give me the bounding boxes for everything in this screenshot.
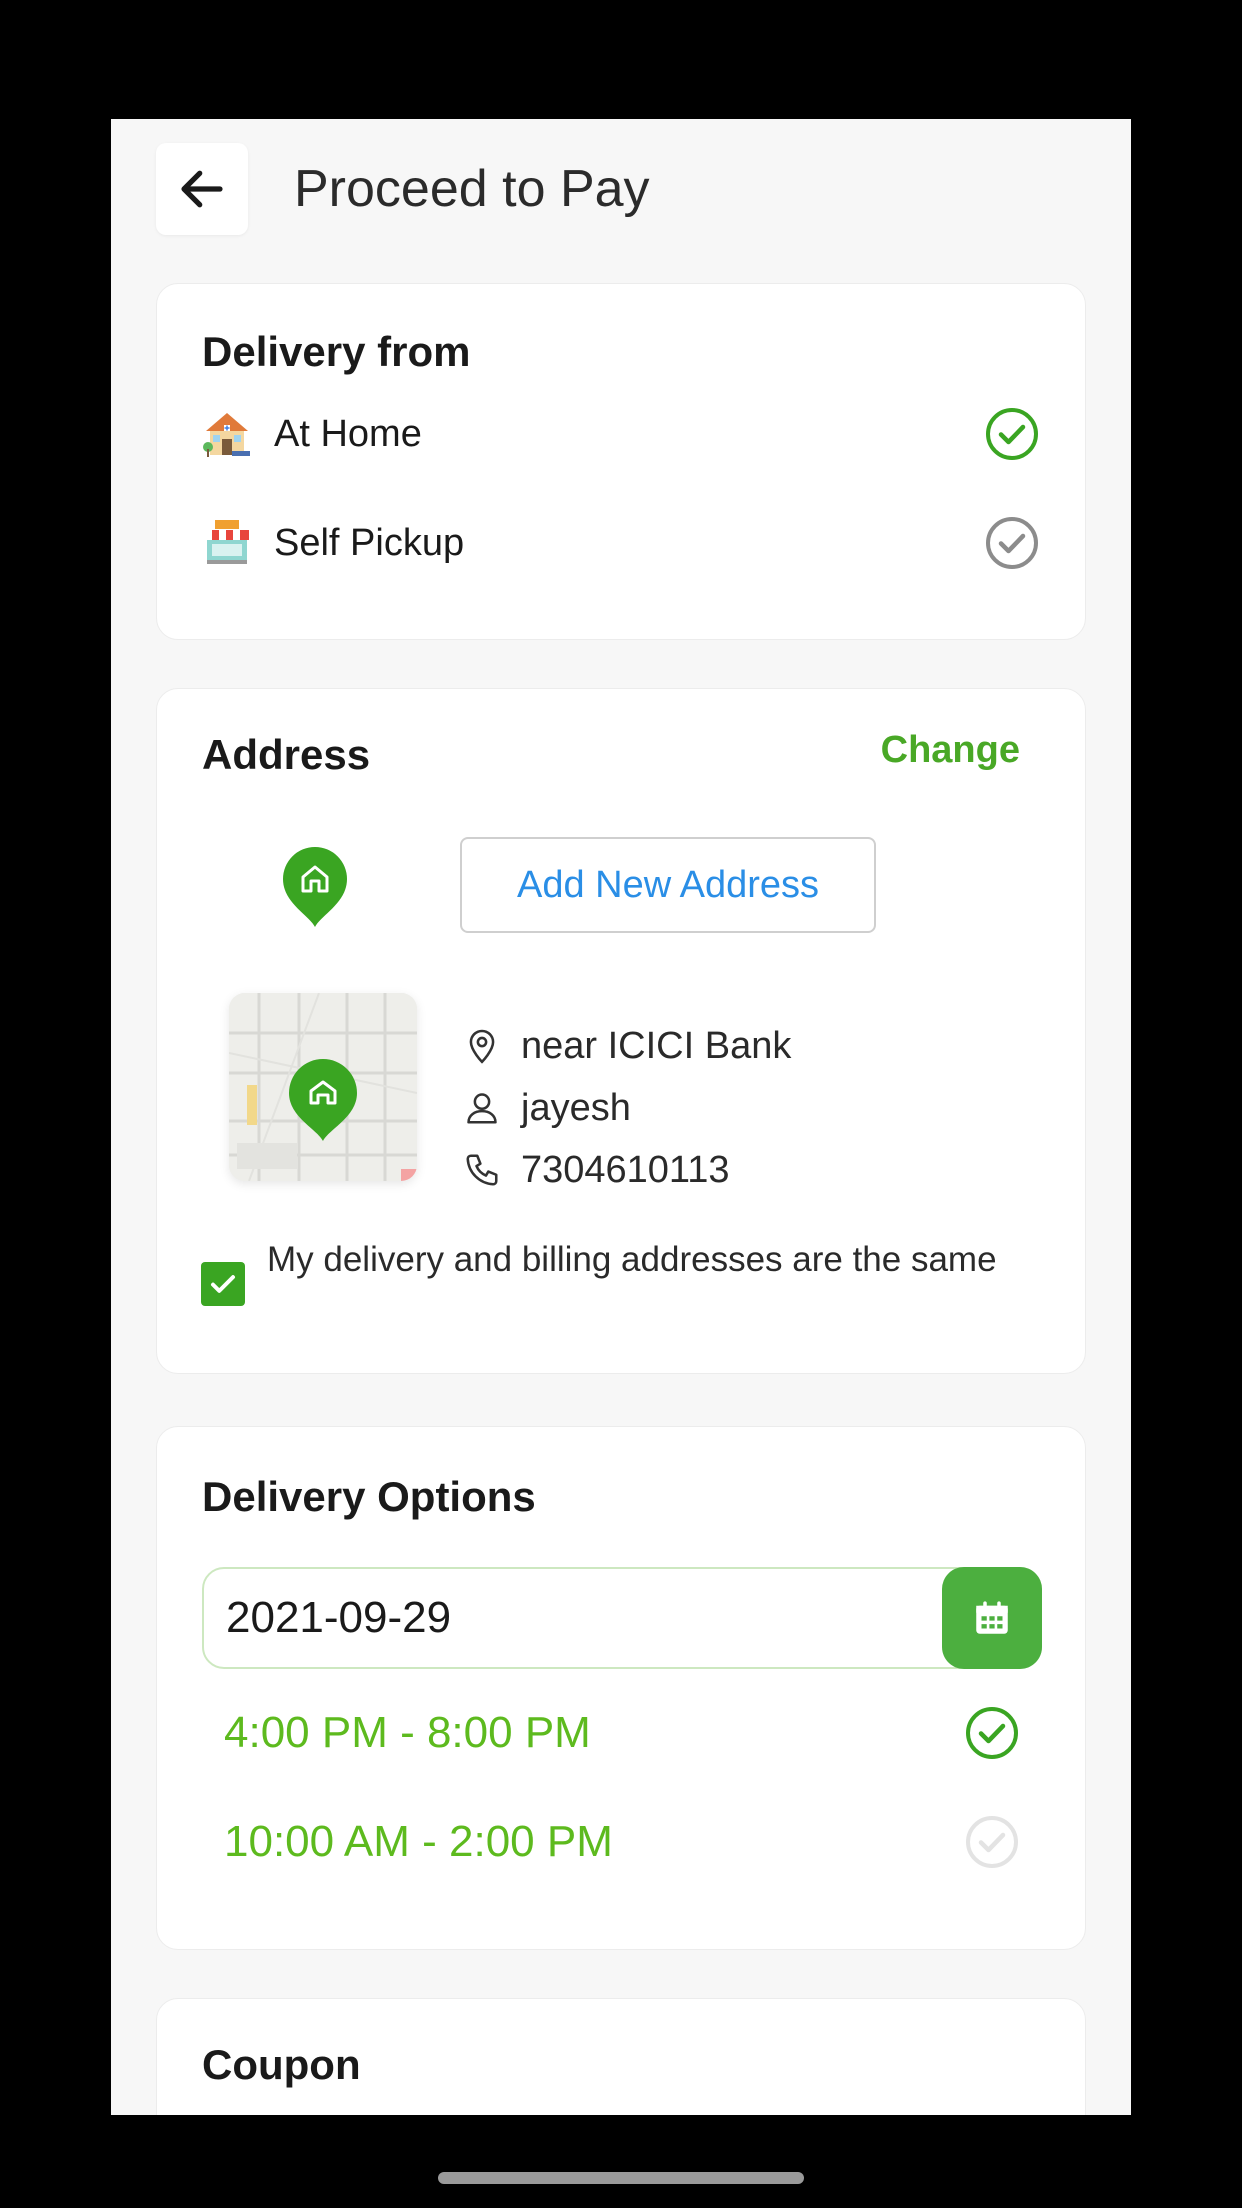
house-emoji-icon: [203, 413, 250, 457]
delivery-option-at-home[interactable]: At Home: [202, 402, 1040, 466]
address-title: Address: [202, 731, 371, 778]
check-circle-selected-icon: [986, 408, 1038, 460]
check-circle-unselected-icon: [986, 517, 1038, 569]
delivery-options-title: Delivery Options: [202, 1473, 536, 1520]
delivery-slot-label: 10:00 AM - 2:00 PM: [224, 1817, 613, 1866]
address-name-text: jayesh: [521, 1086, 631, 1129]
delivery-slot-10am-2pm[interactable]: 10:00 AM - 2:00 PM: [224, 1810, 1020, 1874]
address-location-text: near ICICI Bank: [521, 1024, 792, 1067]
map-icon: [229, 993, 417, 1181]
back-button[interactable]: [156, 143, 248, 235]
address-phone-text: 7304610113: [521, 1148, 730, 1191]
app-screen: Proceed to Pay Delivery from At Home Sel…: [111, 119, 1131, 2115]
coupon-card: Coupon: [156, 1998, 1086, 2115]
check-circle-unselected-icon: [966, 1816, 1018, 1868]
calendar-button[interactable]: [942, 1567, 1042, 1669]
store-emoji-icon: [205, 520, 249, 564]
checkmark-icon: [211, 1275, 235, 1293]
address-location-row: near ICICI Bank: [463, 1021, 791, 1071]
address-name-row: jayesh: [463, 1083, 631, 1133]
delivery-option-label: Self Pickup: [274, 521, 465, 564]
address-map-thumbnail: [229, 993, 417, 1181]
change-address-link[interactable]: Change: [881, 729, 1020, 772]
calendar-icon: [976, 1601, 1008, 1634]
home-indicator[interactable]: [438, 2172, 804, 2184]
home-pin-icon: [283, 847, 347, 927]
delivery-from-card: Delivery from At Home Self Pickup: [156, 283, 1086, 640]
delivery-from-title: Delivery from: [202, 328, 471, 375]
delivery-date-field[interactable]: 2021-09-29: [202, 1567, 1042, 1669]
same-billing-checkbox[interactable]: [201, 1262, 245, 1306]
address-card: Address Change Add New Address near ICIC…: [156, 688, 1086, 1374]
coupon-title: Coupon: [202, 2041, 361, 2088]
delivery-slot-4pm-8pm[interactable]: 4:00 PM - 8:00 PM: [224, 1701, 1020, 1765]
address-phone-row: 7304610113: [463, 1145, 730, 1195]
same-billing-label[interactable]: My delivery and billing addresses are th…: [267, 1237, 1047, 1283]
delivery-date-value: 2021-09-29: [226, 1593, 452, 1642]
delivery-option-label: At Home: [274, 412, 422, 455]
delivery-option-self-pickup[interactable]: Self Pickup: [202, 511, 1040, 575]
location-pin-icon: [469, 1029, 495, 1064]
arrow-left-icon: [181, 170, 223, 208]
add-new-address-button[interactable]: Add New Address: [460, 837, 876, 933]
delivery-slot-label: 4:00 PM - 8:00 PM: [224, 1708, 591, 1757]
check-circle-selected-icon: [966, 1707, 1018, 1759]
delivery-options-card: Delivery Options 2021-09-29 4:00 PM - 8:…: [156, 1426, 1086, 1950]
phone-icon: [466, 1154, 498, 1186]
page-title: Proceed to Pay: [294, 160, 650, 218]
user-icon: [467, 1093, 497, 1124]
